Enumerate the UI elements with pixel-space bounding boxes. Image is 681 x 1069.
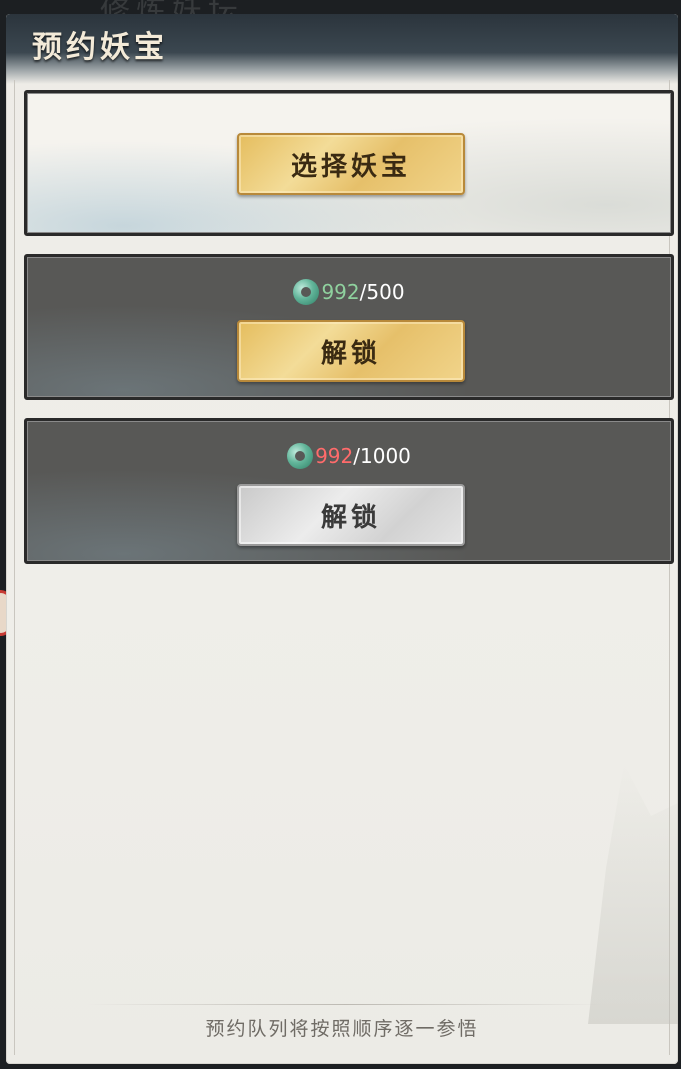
unlock-cost: 992 /500 (27, 279, 671, 305)
reserve-slot-2: 992 /500 解锁 (24, 254, 674, 400)
footer-divider (86, 1004, 606, 1005)
panel-header: 预约妖宝 (6, 14, 678, 84)
unlock-button-disabled[interactable]: 解锁 (237, 484, 465, 546)
reserve-slot-3: 992 /1000 解锁 (24, 418, 674, 564)
reserve-slot-1: 选择妖宝 (24, 90, 674, 236)
jade-ring-icon (293, 279, 320, 305)
reserve-treasure-panel: 预约妖宝 选择妖宝 992 /500 解锁 992 /1000 解锁 预约队列将… (6, 14, 678, 1064)
ink-mountain-decoration (588, 764, 678, 1024)
panel-title: 预约妖宝 (32, 30, 168, 65)
cost-required: /1000 (353, 444, 411, 468)
panel-left-border (14, 80, 15, 1055)
jade-ring-icon (287, 443, 314, 469)
cost-required: /500 (359, 280, 405, 304)
unlock-button[interactable]: 解锁 (237, 320, 465, 382)
unlock-cost: 992 /1000 (27, 443, 671, 469)
queue-hint-text: 预约队列将按照顺序逐一参悟 (205, 1018, 479, 1040)
cost-owned: 992 (321, 280, 360, 304)
cost-owned: 992 (315, 444, 354, 468)
select-treasure-button[interactable]: 选择妖宝 (237, 133, 465, 195)
